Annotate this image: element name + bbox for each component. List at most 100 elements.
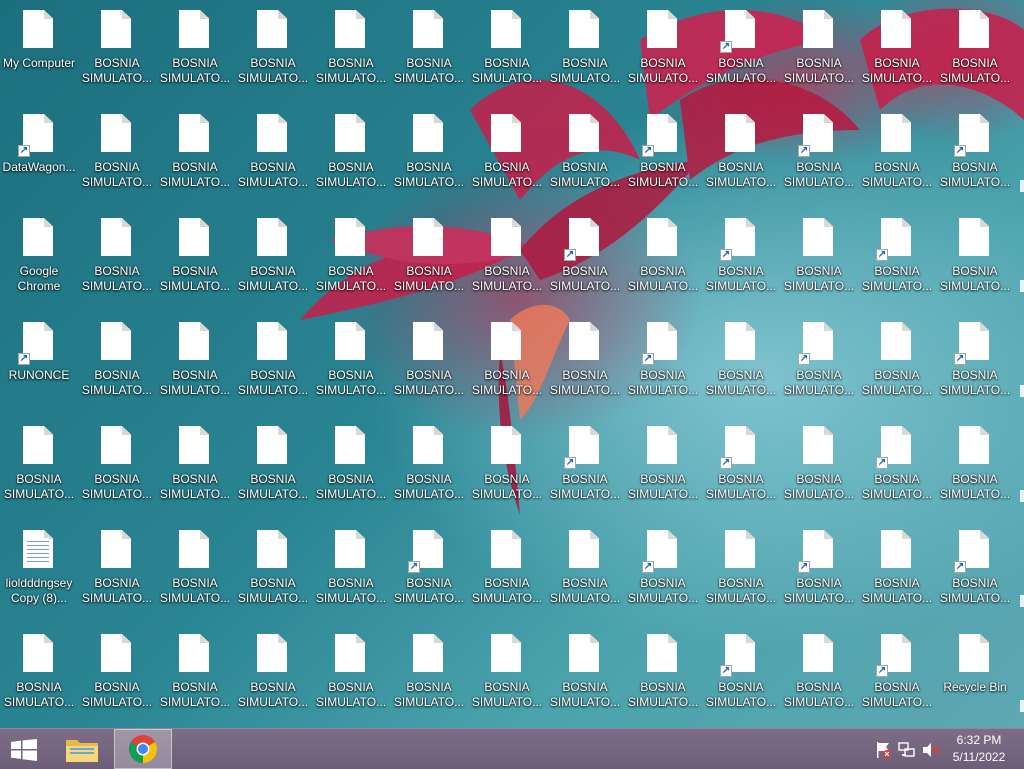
desktop-icon[interactable]: BOSNIA SIMULATO...	[780, 0, 858, 100]
desktop-icon[interactable]: ↗ DataWagon...	[0, 104, 78, 204]
desktop-icon[interactable]: BOSNIA SIMULATO...	[780, 416, 858, 516]
desktop-icon[interactable]: BOSNIA SIMULATO...	[156, 520, 234, 620]
desktop-icon[interactable]: ↗ BOSNIA SIMULATO...	[390, 520, 468, 620]
desktop-icon[interactable]: BOSNIA SIMULATO...	[0, 624, 78, 724]
desktop-icon[interactable]: BOSNIA SIMULATO...	[780, 624, 858, 724]
desktop-icon[interactable]: ↗ BOSNIA SIMULATO...	[546, 208, 624, 308]
desktop-icon[interactable]: BOSNIA SIMULATO...	[78, 0, 156, 100]
desktop-icon[interactable]: BOSNIA SIMULATO...	[312, 416, 390, 516]
desktop-icon[interactable]: BOSNIA SIMULATO...	[390, 312, 468, 412]
desktop-icon[interactable]: ↗ BOSNIA SIMULATO...	[780, 104, 858, 204]
desktop-icon[interactable]: BOSNIA SIMULATO...	[936, 416, 1014, 516]
desktop-icon[interactable]: Google Chrome	[0, 208, 78, 308]
desktop-icon[interactable]: BOSNIA SIMULATO...	[468, 104, 546, 204]
desktop-icon[interactable]: BOSNIA SIMULATO...	[234, 104, 312, 204]
desktop-icon[interactable]: BOSNIA SIMULATO...	[234, 208, 312, 308]
desktop-icon[interactable]: BOSNIA SIMULATO...	[156, 104, 234, 204]
desktop-icon[interactable]: BOSNIA SIMULATO...	[234, 520, 312, 620]
desktop-icon[interactable]: BOSNIA SIMULATO...	[312, 0, 390, 100]
desktop-icon[interactable]: ↗ BOSNIA SIMULATO...	[702, 624, 780, 724]
desktop-icon[interactable]: BOSNIA SIMULATO...	[624, 624, 702, 724]
desktop-icon[interactable]: BOSNIA SIMULATO...	[78, 104, 156, 204]
desktop-icon[interactable]: BOSNIA SIMULATO...	[156, 312, 234, 412]
desktop-icon[interactable]: BOSNIA SIMULATO...	[390, 104, 468, 204]
desktop-icon[interactable]: BOSNIA SIMULATO...	[78, 416, 156, 516]
desktop-icon[interactable]: BOSNIA SIMULATO...	[156, 208, 234, 308]
tray-network[interactable]	[896, 729, 920, 769]
desktop-icon[interactable]: BOSNIA SIMULATO...	[936, 208, 1014, 308]
desktop-icon[interactable]: BOSNIA SIMULATO...	[468, 312, 546, 412]
tray-volume[interactable]	[920, 729, 944, 769]
desktop-icon[interactable]: lioldddngsey Copy (8)...	[0, 520, 78, 620]
desktop-icon[interactable]: ↗ BOSNIA SIMULATO...	[624, 520, 702, 620]
desktop-icon[interactable]: BOSNIA SIMULATO...	[702, 312, 780, 412]
desktop-icon[interactable]: BOSNIA SIMULATO...	[156, 416, 234, 516]
desktop-icon[interactable]: BOSNIA SIMULATO...	[858, 104, 936, 204]
desktop-icon[interactable]: BOSNIA SIMULATO...	[312, 624, 390, 724]
desktop-icon[interactable]: BOSNIA SIMULATO...	[78, 312, 156, 412]
desktop-icon[interactable]: ↗ BOSNIA SIMULATO...	[624, 312, 702, 412]
desktop-icon[interactable]: BOSNIA SIMULATO...	[936, 0, 1014, 100]
desktop-icon[interactable]: BOSNIA SIMULATO...	[858, 520, 936, 620]
desktop-icon[interactable]: BOSNIA SIMULATO...	[312, 104, 390, 204]
desktop-icon[interactable]: BOSNIA SIMULATO...	[468, 208, 546, 308]
desktop-icon[interactable]: ↗ BOSNIA SIMULATO...	[702, 208, 780, 308]
desktop-icon[interactable]: BOSNIA SIMULATO...	[78, 208, 156, 308]
desktop-icon[interactable]: BOSNIA SIMULATO...	[468, 520, 546, 620]
desktop-icon[interactable]: Recycle Bin	[936, 624, 1014, 724]
taskbar-clock[interactable]: 6:32 PM 5/11/2022	[944, 732, 1014, 766]
tray-action-center[interactable]	[872, 729, 896, 769]
desktop-icon[interactable]: My Computer	[0, 0, 78, 100]
desktop-icon[interactable]: ↗ BOSNIA SIMULATO...	[780, 520, 858, 620]
desktop-icon[interactable]: ↗ BOSNIA SIMULATO...	[936, 104, 1014, 204]
desktop-icon[interactable]: BOSNIA SIMULATO...	[546, 104, 624, 204]
desktop-icon[interactable]: BOSNIA SIMULATO...	[390, 416, 468, 516]
desktop-icon[interactable]: ↗ BOSNIA SIMULATO...	[702, 0, 780, 100]
file-icon	[647, 10, 679, 50]
desktop-icon[interactable]: BOSNIA SIMULATO...	[156, 624, 234, 724]
desktop-icon[interactable]: ↗ BOSNIA SIMULATO...	[858, 208, 936, 308]
desktop-icon[interactable]: BOSNIA SIMULATO...	[858, 312, 936, 412]
desktop-icon[interactable]: BOSNIA SIMULATO...	[156, 0, 234, 100]
desktop-icon[interactable]: BOSNIA SIMULATO...	[78, 520, 156, 620]
desktop-icon[interactable]: ↗ BOSNIA SIMULATO...	[624, 104, 702, 204]
desktop-icon[interactable]: BOSNIA SIMULATO...	[234, 0, 312, 100]
desktop-icon[interactable]: BOSNIA SIMULATO...	[468, 416, 546, 516]
taskbar-file-explorer[interactable]	[56, 729, 108, 769]
desktop-icon[interactable]: ↗ RUNONCE	[0, 312, 78, 412]
desktop-icon[interactable]: BOSNIA SIMULATO...	[624, 416, 702, 516]
desktop-icon[interactable]: BOSNIA SIMULATO...	[702, 104, 780, 204]
desktop-icon[interactable]: BOSNIA SIMULATO...	[390, 0, 468, 100]
desktop-icon[interactable]: BOSNIA SIMULATO...	[546, 312, 624, 412]
desktop-icon[interactable]: BOSNIA SIMULATO...	[468, 624, 546, 724]
desktop-icon[interactable]: ↗ BOSNIA SIMULATO...	[936, 520, 1014, 620]
desktop-icon[interactable]: BOSNIA SIMULATO...	[858, 0, 936, 100]
desktop-icon[interactable]: BOSNIA SIMULATO...	[390, 624, 468, 724]
desktop-icon[interactable]: BOSNIA SIMULATO...	[312, 520, 390, 620]
desktop-icon[interactable]: BOSNIA SIMULATO...	[0, 416, 78, 516]
desktop-icon[interactable]: BOSNIA SIMULATO...	[702, 520, 780, 620]
desktop-icon[interactable]: BOSNIA SIMULATO...	[234, 312, 312, 412]
desktop-icon[interactable]: ↗ BOSNIA SIMULATO...	[858, 416, 936, 516]
taskbar-google-chrome[interactable]	[114, 729, 172, 769]
desktop-icon[interactable]: ↗ BOSNIA SIMULATO...	[858, 624, 936, 724]
desktop-icon[interactable]: BOSNIA SIMULATO...	[546, 0, 624, 100]
desktop-icon[interactable]: BOSNIA SIMULATO...	[468, 0, 546, 100]
desktop-icon[interactable]: BOSNIA SIMULATO...	[624, 208, 702, 308]
desktop-icon[interactable]: BOSNIA SIMULATO...	[312, 208, 390, 308]
desktop-icon[interactable]: BOSNIA SIMULATO...	[234, 416, 312, 516]
desktop-icon[interactable]: BOSNIA SIMULATO...	[234, 624, 312, 724]
desktop-icon[interactable]: ↗ BOSNIA SIMULATO...	[936, 312, 1014, 412]
desktop-icon[interactable]: BOSNIA SIMULATO...	[624, 0, 702, 100]
desktop-icon[interactable]: ↗ BOSNIA SIMULATO...	[702, 416, 780, 516]
desktop-icon[interactable]: BOSNIA SIMULATO...	[780, 208, 858, 308]
desktop-icon[interactable]: ↗ BOSNIA SIMULATO...	[546, 416, 624, 516]
desktop-icon[interactable]: BOSNIA SIMULATO...	[390, 208, 468, 308]
desktop-icon[interactable]: BOSNIA SIMULATO...	[546, 520, 624, 620]
desktop-icon[interactable]: BOSNIA SIMULATO...	[312, 312, 390, 412]
desktop-icon[interactable]: ↗ BOSNIA SIMULATO...	[780, 312, 858, 412]
desktop-icon[interactable]: BOSNIA SIMULATO...	[546, 624, 624, 724]
desktop-icon[interactable]: BOSNIA SIMULATO...	[78, 624, 156, 724]
start-button[interactable]	[0, 729, 48, 769]
file-icon	[491, 114, 523, 154]
